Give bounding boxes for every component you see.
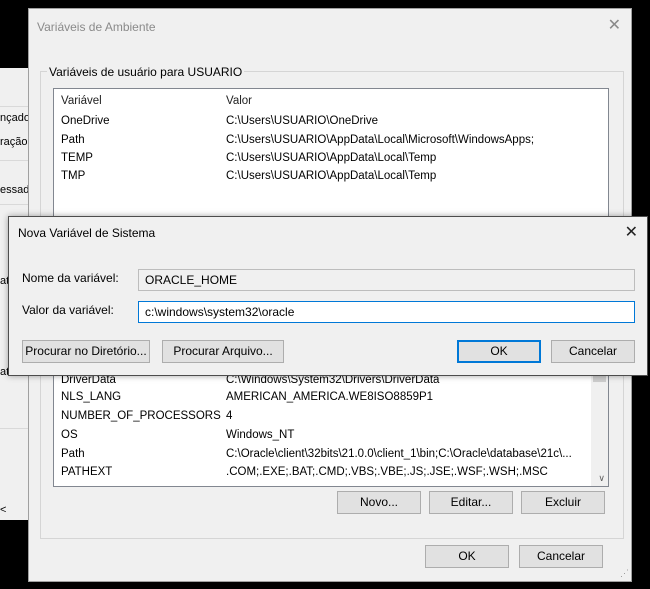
list-item[interactable]: OneDrive C:\Users\USUARIO\OneDrive [54, 113, 608, 131]
variable-name: TEMP [61, 152, 93, 164]
variable-name: PATHEXT [61, 466, 113, 478]
list-item[interactable]: PATHEXT .COM;.EXE;.BAT;.CMD;.VBS;.VBE;.J… [54, 464, 608, 482]
variable-name: OS [61, 429, 78, 441]
close-icon[interactable]: ✕ [608, 15, 621, 35]
variable-value: C:\Users\USUARIO\AppData\Local\Temp [226, 152, 437, 164]
list-item[interactable]: NLS_LANG AMERICAN_AMERICA.WE8ISO8859P1 [54, 389, 608, 407]
ok-button[interactable]: OK [457, 340, 541, 363]
bg-label: nçado [0, 112, 29, 124]
variable-value: C:\Oracle\client\32bits\21.0.0\client_1\… [226, 448, 572, 460]
variable-value: C:\Users\USUARIO\AppData\Local\Microsoft… [226, 134, 535, 146]
divider [0, 160, 28, 161]
variable-value: 4 [226, 410, 233, 422]
scrollbar[interactable]: ∨ [591, 370, 608, 486]
variable-name: NLS_LANG [61, 391, 122, 403]
browse-directory-button[interactable]: Procurar no Diretório... [22, 340, 150, 363]
variable-value-field[interactable]: c:\windows\system32\oracle [138, 301, 635, 323]
variable-name-label: Nome da variável: [22, 271, 119, 285]
list-item[interactable]: Path C:\Users\USUARIO\AppData\Local\Micr… [54, 132, 608, 150]
column-header-variable[interactable]: Variável [61, 95, 102, 107]
delete-system-variable-button[interactable]: Excluir [521, 491, 605, 514]
variable-value-label: Valor da variável: [22, 303, 114, 317]
variable-name: Path [61, 134, 85, 146]
variable-name: OneDrive [61, 115, 110, 127]
column-header-value[interactable]: Valor [226, 95, 252, 107]
list-item[interactable]: TMP C:\Users\USUARIO\AppData\Local\Temp [54, 168, 608, 186]
resize-grip-icon[interactable]: ⋰ [620, 568, 629, 579]
new-system-variable-button[interactable]: Novo... [337, 491, 421, 514]
list-item[interactable]: TEMP C:\Users\USUARIO\AppData\Local\Temp [54, 150, 608, 168]
variable-name: TMP [61, 170, 86, 182]
bg-label: < [0, 504, 7, 516]
variable-value: AMERICAN_AMERICA.WE8ISO8859P1 [226, 391, 434, 403]
bg-label: essad [0, 184, 29, 196]
variable-value: C:\Users\USUARIO\AppData\Local\Temp [226, 170, 437, 182]
divider [0, 106, 28, 107]
bg-label: ração [0, 136, 28, 148]
new-system-variable-dialog: Nova Variável de Sistema ✕ Nome da variá… [8, 216, 648, 376]
variable-name: Path [61, 448, 85, 460]
variable-name: NUMBER_OF_PROCESSORS [61, 410, 221, 422]
user-variables-label: Variáveis de usuário para USUARIO [47, 65, 245, 79]
divider [0, 204, 28, 205]
variable-value: .COM;.EXE;.BAT;.CMD;.VBS;.VBE;.JS;.JSE;.… [226, 466, 548, 478]
edit-system-variable-button[interactable]: Editar... [429, 491, 513, 514]
browse-file-button[interactable]: Procurar Arquivo... [162, 340, 284, 363]
variable-value: C:\Users\USUARIO\OneDrive [226, 115, 379, 127]
dialog-title: Nova Variável de Sistema [18, 226, 156, 240]
system-variables-list[interactable]: DriverData C:\Windows\System32\Drivers\D… [53, 369, 609, 487]
divider [0, 428, 28, 429]
cancel-button[interactable]: Cancelar [551, 340, 635, 363]
variable-name-field[interactable]: ORACLE_HOME [138, 269, 635, 291]
ok-button[interactable]: OK [425, 545, 509, 568]
list-item[interactable]: Path C:\Oracle\client\32bits\21.0.0\clie… [54, 446, 608, 464]
list-header: Variável Valor [54, 93, 608, 111]
close-icon[interactable]: ✕ [625, 222, 638, 242]
list-item[interactable]: NUMBER_OF_PROCESSORS 4 [54, 408, 608, 426]
list-item[interactable]: OS Windows_NT [54, 427, 608, 445]
chevron-down-icon[interactable]: ∨ [598, 473, 605, 484]
cancel-button[interactable]: Cancelar [519, 545, 603, 568]
variable-value: Windows_NT [226, 429, 295, 441]
dialog-title: Variáveis de Ambiente [37, 20, 156, 34]
user-variables-list[interactable]: Variável Valor OneDrive C:\Users\USUARIO… [53, 88, 609, 218]
